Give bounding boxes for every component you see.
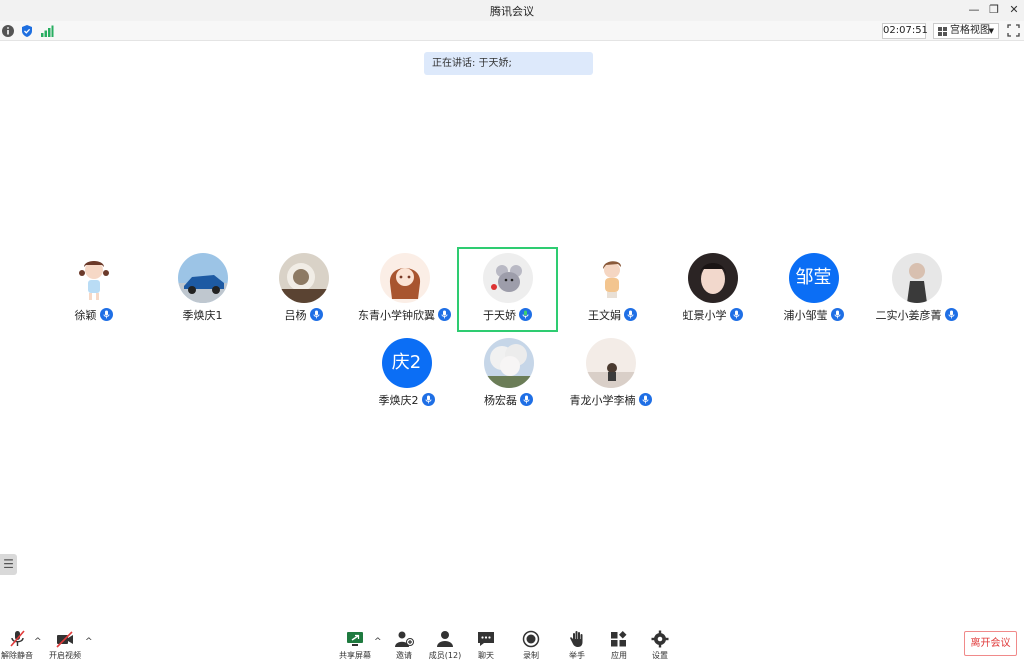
share-screen-icon (347, 632, 363, 646)
participant-name: 虹景小学 (662, 307, 763, 323)
share-screen-button[interactable]: 共享屏幕 (335, 628, 375, 660)
settings-button[interactable]: 设置 (640, 628, 680, 660)
mic-muted-icon (10, 630, 25, 647)
view-mode-dropdown[interactable]: 宫格视图 ▼ (933, 23, 999, 39)
gear-icon (651, 630, 669, 648)
participant-tile[interactable]: 东青小学钟欣翼 (354, 249, 455, 334)
members-label: 成员(12) (428, 651, 462, 660)
hand-icon (570, 631, 583, 647)
participant-name: 东青小学钟欣翼 (354, 307, 455, 323)
mic-icon (830, 308, 844, 321)
avatar (379, 253, 430, 303)
active-speaker-banner: 正在讲话: 于天娇; (424, 52, 593, 75)
settings-label: 设置 (652, 651, 668, 660)
chevron-down-icon: ▼ (988, 27, 994, 35)
mic-icon (309, 308, 323, 321)
raise-hand-button[interactable]: 举手 (557, 628, 597, 660)
title-bar: 腾讯会议 — ❐ ✕ (0, 0, 1024, 21)
mic-icon (729, 308, 743, 321)
participant-tile[interactable]: 季焕庆1 (152, 249, 253, 334)
mic-icon (638, 393, 652, 406)
avatar (891, 253, 942, 303)
mic-icon (520, 393, 533, 406)
participant-name: 吕杨 (253, 307, 354, 323)
avatar (482, 253, 533, 303)
participant-tile-speaking[interactable]: 于天娇 (457, 247, 558, 332)
participant-tile[interactable]: 杨宏磊 (458, 334, 559, 419)
participant-tile[interactable]: 吕杨 (253, 249, 354, 334)
fullscreen-icon[interactable] (1007, 24, 1020, 37)
participant-name: 浦小邹莹 (763, 307, 864, 323)
participant-tile[interactable]: 青龙小学李楠 (560, 334, 661, 419)
grid-view-icon (938, 27, 947, 36)
meeting-status-bar: 02:07:51 宫格视图 ▼ (0, 21, 1024, 41)
mic-icon (624, 308, 637, 321)
participant-name: 徐颖 (43, 307, 144, 323)
participant-name: 青龙小学李楠 (560, 392, 661, 408)
avatar (68, 253, 119, 303)
video-off-icon (56, 631, 73, 648)
mic-icon (438, 308, 451, 321)
video-options-chevron-icon[interactable]: ^ (85, 637, 93, 647)
add-user-icon (395, 631, 414, 647)
participant-name: 二实小姜彦菁 (866, 307, 967, 323)
invite-button[interactable]: 邀请 (384, 628, 424, 660)
invite-label: 邀请 (396, 651, 412, 660)
share-options-chevron-icon[interactable]: ^ (374, 637, 382, 647)
participant-name: 于天娇 (459, 307, 556, 323)
record-button[interactable]: 录制 (511, 628, 551, 660)
participant-tile[interactable]: 邹莹 浦小邹莹 (763, 249, 864, 334)
side-panel-handle[interactable]: ☰ (0, 554, 17, 575)
mic-icon (421, 393, 435, 406)
record-label: 录制 (523, 651, 539, 660)
start-video-label: 开启视频 (49, 651, 81, 660)
share-screen-label: 共享屏幕 (339, 651, 371, 660)
unmute-label: 解除静音 (1, 651, 33, 660)
participant-tile[interactable]: 虹景小学 (662, 249, 763, 334)
unmute-button[interactable]: 解除静音 (0, 628, 37, 660)
participant-tile[interactable]: 庆2 季焕庆2 (356, 334, 457, 419)
chat-icon (478, 632, 494, 646)
apps-button[interactable]: 应用 (599, 628, 639, 660)
avatar (483, 338, 534, 388)
leave-meeting-button[interactable]: 离开会议 (964, 631, 1017, 656)
avatar (587, 253, 638, 303)
chat-button[interactable]: 聊天 (466, 628, 506, 660)
restore-button[interactable]: ❐ (985, 2, 1003, 18)
members-button[interactable]: 成员(12) (425, 628, 465, 660)
view-mode-label: 宫格视图 (950, 25, 990, 36)
info-icon[interactable] (1, 24, 15, 38)
window-title: 腾讯会议 (490, 5, 534, 18)
avatar (278, 253, 329, 303)
audio-options-chevron-icon[interactable]: ^ (34, 637, 42, 647)
participant-tile[interactable]: 二实小姜彦菁 (866, 249, 967, 334)
avatar (177, 253, 228, 303)
participant-name: 王文娟 (562, 307, 663, 323)
avatar: 庆2 (381, 338, 432, 388)
minimize-button[interactable]: — (965, 2, 983, 18)
mic-speaking-icon (519, 308, 532, 321)
participant-name: 季焕庆2 (356, 392, 457, 408)
start-video-button[interactable]: 开启视频 (45, 628, 85, 660)
mic-icon (99, 308, 113, 321)
apps-icon (611, 631, 627, 647)
avatar (687, 253, 738, 303)
members-icon (437, 631, 453, 647)
chat-label: 聊天 (478, 651, 494, 660)
meeting-timer: 02:07:51 (882, 23, 928, 39)
avatar (585, 338, 636, 388)
record-icon (522, 630, 540, 648)
participant-tile[interactable]: 徐颖 (43, 249, 144, 334)
shield-icon[interactable] (20, 24, 34, 38)
participant-name: 季焕庆1 (182, 309, 223, 322)
close-button[interactable]: ✕ (1005, 2, 1023, 18)
apps-label: 应用 (611, 651, 627, 660)
mic-icon (944, 308, 958, 321)
raise-hand-label: 举手 (569, 651, 585, 660)
signal-strength-icon[interactable] (40, 24, 54, 38)
participant-tile[interactable]: 王文娟 (562, 249, 663, 334)
avatar: 邹莹 (788, 253, 839, 303)
participant-name: 杨宏磊 (458, 392, 559, 408)
